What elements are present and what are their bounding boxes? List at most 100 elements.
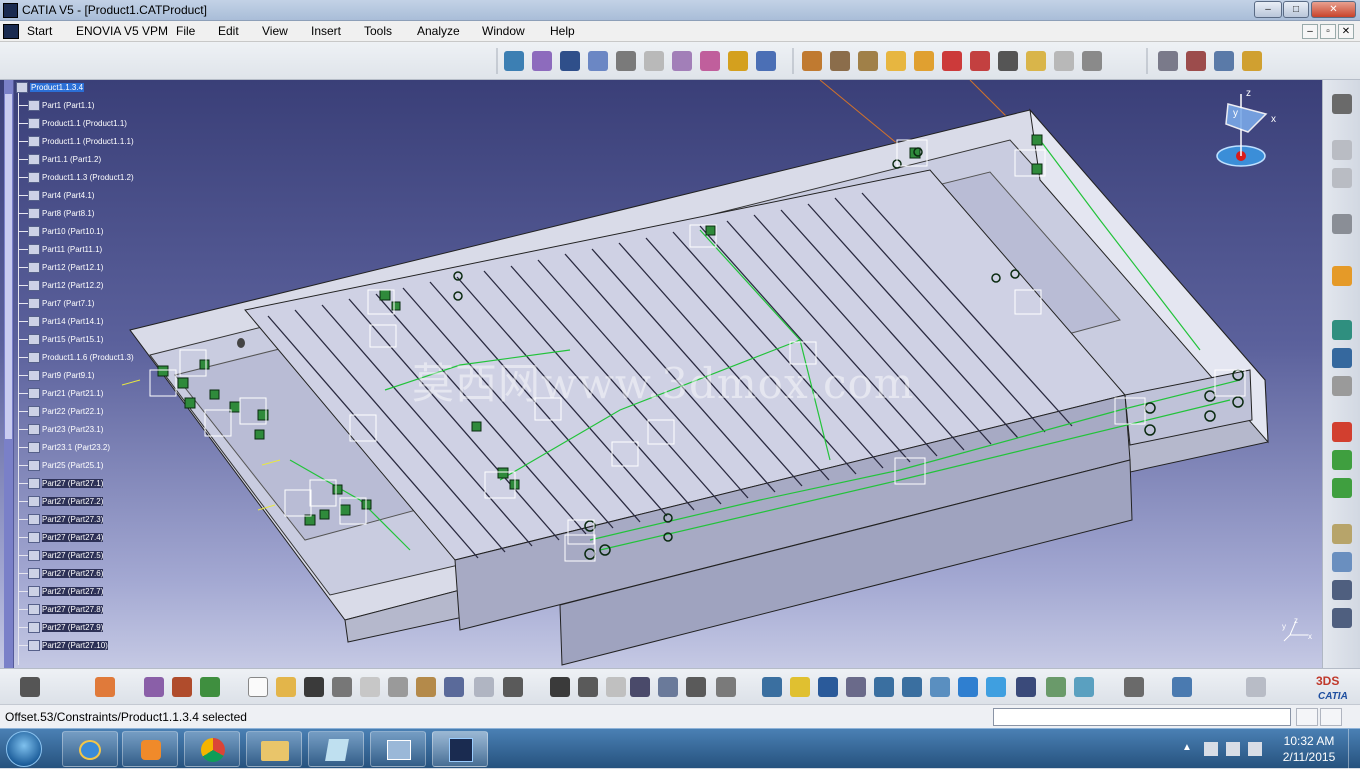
select-cursor-icon[interactable] [1332,266,1352,286]
cut-icon[interactable] [360,677,380,697]
swap-icon[interactable] [1074,677,1094,697]
tree-item[interactable]: Part27 (Part27.2) [18,496,104,510]
pan-icon[interactable] [818,677,838,697]
tree-item[interactable]: Part27 (Part27.5) [18,550,104,564]
reorder-icon[interactable] [1332,376,1352,396]
tree-item[interactable]: Part8 (Part8.1) [18,208,94,222]
clash-icon[interactable] [942,51,962,71]
print-icon[interactable] [332,677,352,697]
menu-analyze[interactable]: Analyze [417,24,460,38]
open-icon[interactable] [276,677,296,697]
task-remote[interactable] [370,731,426,767]
offset-icon[interactable] [616,51,636,71]
table-icon[interactable] [630,677,650,697]
quick-constraint-icon[interactable] [700,51,720,71]
tree-item[interactable]: Part23 (Part23.1) [18,424,103,438]
tree-item[interactable]: Part27 (Part27.4) [18,532,104,546]
copy-icon[interactable] [388,677,408,697]
tree-item[interactable]: Product1.1 (Product1.1.1) [18,136,134,150]
flexible-subassembly-icon[interactable] [1332,478,1352,498]
catalog-browser-icon[interactable] [1172,677,1192,697]
compass[interactable]: z y x [1208,84,1288,174]
help-icon[interactable] [503,677,523,697]
design-table-icon[interactable] [1332,608,1352,628]
save-view-icon[interactable] [1124,677,1144,697]
zoom-out-icon[interactable] [902,677,922,697]
fly-icon[interactable] [762,677,782,697]
tree-item[interactable]: Part21 (Part21.1) [18,388,103,402]
status-button-2[interactable] [1320,708,1342,726]
tree-item[interactable]: Part9 (Part9.1) [18,370,94,384]
maximize-button[interactable]: □ [1283,1,1309,18]
menu-window[interactable]: Window [482,24,525,38]
fix-icon[interactable] [532,51,552,71]
menu-insert[interactable]: Insert [311,24,341,38]
compass-icon[interactable] [658,677,678,697]
3d-viewport[interactable]: Product1.1.3.4 Part1 (Part1.1) Product1.… [0,80,1322,668]
tree-item[interactable]: Part1.1 (Part1.2) [18,154,101,168]
manipulate-icon[interactable] [830,51,850,71]
distance-icon[interactable] [998,51,1018,71]
tree-root[interactable]: Product1.1.3.4 [16,82,85,96]
paste-icon[interactable] [416,677,436,697]
iso-view-icon[interactable] [958,677,978,697]
taskbar-clock[interactable]: 10:32 AM 2/11/2015 [1278,733,1340,765]
hide-show-icon[interactable] [1046,677,1066,697]
tree-item[interactable]: Part27 (Part27.10) [18,640,108,654]
menu-edit[interactable]: Edit [218,24,239,38]
task-media-player[interactable] [122,731,178,767]
zoom-in-icon[interactable] [874,677,894,697]
smart-move-icon[interactable] [1332,450,1352,470]
bom-icon[interactable] [1332,552,1352,572]
constraint-icon[interactable] [504,51,524,71]
tree-item[interactable]: Product1.1 (Product1.1) [18,118,127,132]
tree-item[interactable]: Part27 (Part27.9) [18,622,104,636]
fix-together-icon[interactable] [672,51,692,71]
camera-icon[interactable] [20,677,40,697]
tree-item[interactable]: Part25 (Part25.1) [18,460,103,474]
normal-view-icon[interactable] [930,677,950,697]
explode-icon[interactable] [886,51,906,71]
task-chrome[interactable] [184,731,240,767]
insert-component-icon[interactable] [1332,140,1352,160]
contact-icon[interactable] [588,51,608,71]
tree-item[interactable]: Part1 (Part1.1) [18,100,94,114]
scenes-icon[interactable] [1242,51,1262,71]
tree-item[interactable]: Part12 (Part12.2) [18,280,103,294]
tree-item[interactable]: Part14 (Part14.1) [18,316,103,330]
graph-tree-icon[interactable] [1332,348,1352,368]
tree-item[interactable]: Part27 (Part27.7) [18,586,104,600]
flag-icon[interactable] [1082,51,1102,71]
new-icon[interactable] [248,677,268,697]
tray-expand-icon[interactable]: ▲ [1182,742,1196,756]
tree-item[interactable]: Part15 (Part15.1) [18,334,103,348]
child-restore-button[interactable]: ▫ [1320,24,1336,39]
menu-start[interactable]: Start [27,24,52,38]
task-explorer[interactable] [246,731,302,767]
rotate-icon[interactable] [846,677,866,697]
product-structure-icon[interactable] [1332,94,1352,114]
tree-item[interactable]: Product1.1.6 (Product1.3) [18,352,134,366]
tree-item[interactable]: Part4 (Part4.1) [18,190,94,204]
tree-item[interactable]: Part12 (Part12.1) [18,262,103,276]
tree-item[interactable]: Part11 (Part11.1) [18,244,102,258]
command-input[interactable] [993,708,1291,726]
measure-icon[interactable] [686,677,706,697]
coincidence-icon[interactable] [560,51,580,71]
menu-file[interactable]: File [176,24,195,38]
update-icon[interactable] [1214,51,1234,71]
tree-item[interactable]: Part27 (Part27.6) [18,568,104,582]
tree-item[interactable]: Product1.1.3 (Product1.2) [18,172,134,186]
scene-icon[interactable] [1332,524,1352,544]
section-icon[interactable] [970,51,990,71]
menu-view[interactable]: View [262,24,288,38]
grid-icon[interactable] [95,677,115,697]
task-catia[interactable] [432,731,488,767]
menu-help[interactable]: Help [550,24,575,38]
render-icon[interactable] [1016,677,1036,697]
generate-numbering-icon[interactable] [1332,320,1352,340]
ruler-icon[interactable] [716,677,736,697]
start-menu-icon[interactable] [3,24,19,39]
tree-item[interactable]: Part27 (Part27.3) [18,514,104,528]
task-notes[interactable] [308,731,364,767]
